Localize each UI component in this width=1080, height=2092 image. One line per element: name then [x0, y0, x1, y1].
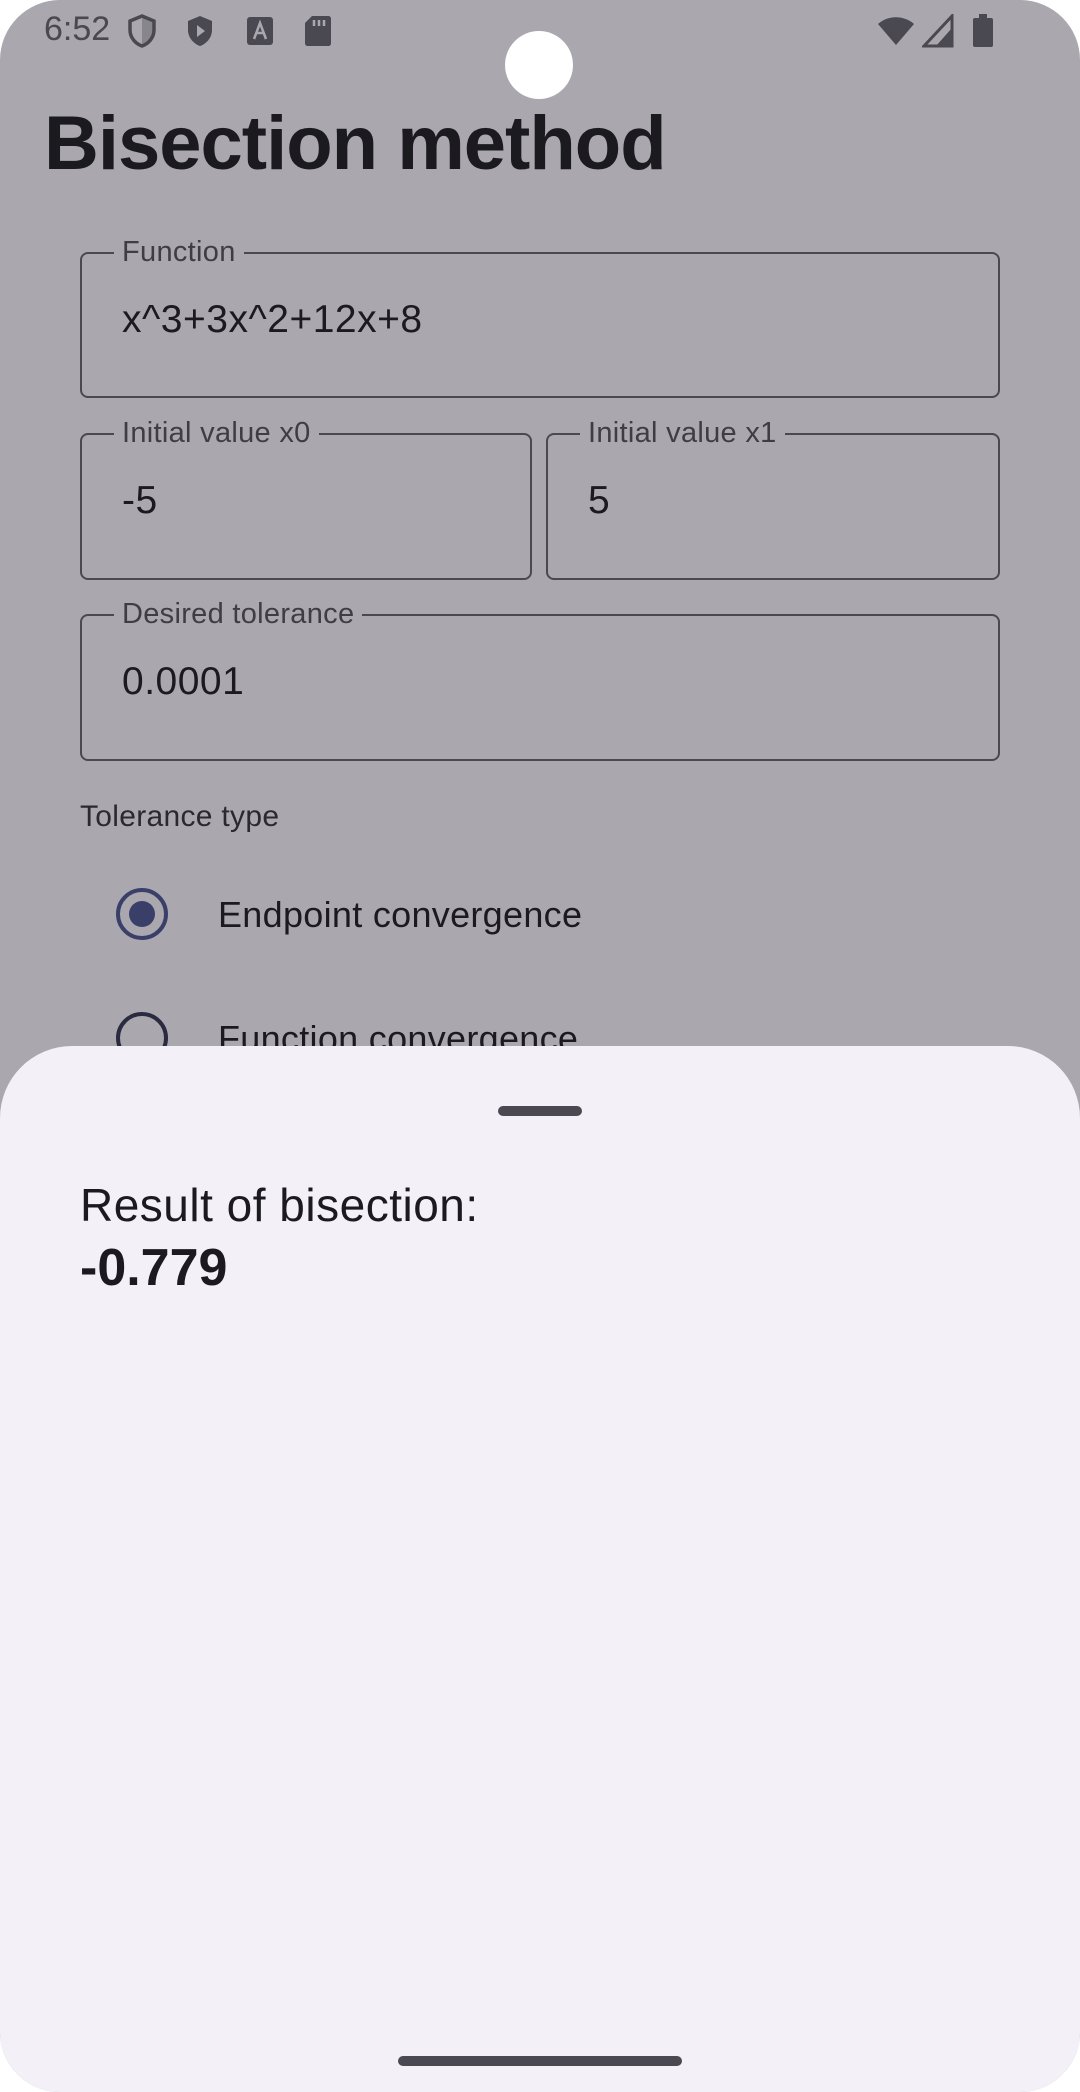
radio-endpoint-label: Endpoint convergence — [218, 894, 583, 935]
result-value: -0.779 — [80, 1239, 228, 1297]
function-field-label: Function — [114, 236, 244, 269]
function-field[interactable]: Function x^3+3x^2+12x+8 — [80, 236, 1000, 398]
gesture-nav-handle[interactable] — [398, 2056, 682, 2066]
shield-outline-icon — [126, 14, 158, 48]
tolerance-field-label: Desired tolerance — [114, 598, 363, 631]
battery-icon — [972, 14, 994, 48]
result-label: Result of bisection: — [80, 1179, 479, 1231]
app-screen: 6:52 Bisection method Function x^3+3x^2+… — [0, 0, 1080, 2092]
initial-x0-field[interactable]: Initial value x0 -5 — [80, 417, 532, 580]
radio-selected-icon[interactable] — [116, 888, 168, 940]
sd-card-icon — [302, 14, 334, 48]
status-time: 6:52 — [44, 10, 111, 48]
radio-endpoint-convergence[interactable]: Endpoint convergence — [80, 864, 880, 964]
initial-x0-label: Initial value x0 — [114, 417, 319, 450]
initial-x1-value: 5 — [588, 479, 611, 522]
play-shield-icon — [184, 14, 216, 48]
result-bottom-sheet[interactable]: Result of bisection: -0.779 — [0, 1046, 1080, 2092]
cell-signal-icon — [920, 12, 954, 48]
function-field-value: x^3+3x^2+12x+8 — [122, 298, 423, 341]
tolerance-field-value: 0.0001 — [122, 660, 245, 703]
wifi-icon — [876, 14, 916, 48]
tolerance-type-label: Tolerance type — [80, 800, 280, 833]
initial-x1-field[interactable]: Initial value x1 5 — [546, 417, 1000, 580]
text-a-icon — [244, 14, 276, 48]
camera-cutout — [505, 31, 573, 99]
sheet-drag-handle[interactable] — [498, 1106, 582, 1116]
page-title: Bisection method — [44, 101, 667, 186]
initial-x0-value: -5 — [122, 479, 158, 522]
tolerance-field[interactable]: Desired tolerance 0.0001 — [80, 598, 1000, 761]
initial-x1-label: Initial value x1 — [580, 417, 785, 450]
